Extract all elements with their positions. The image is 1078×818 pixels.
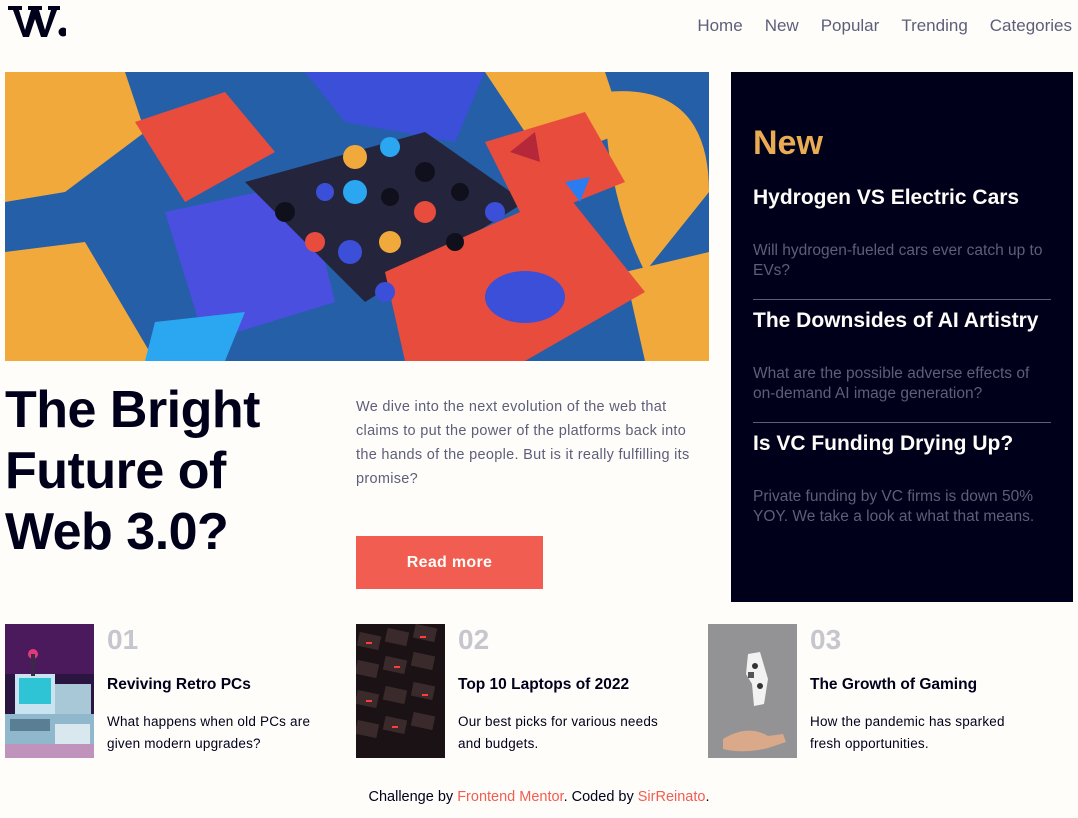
article-card[interactable]: 03 The Growth of Gaming How the pandemic… — [708, 624, 1048, 758]
hero-image — [5, 72, 709, 361]
nav-popular[interactable]: Popular — [821, 16, 880, 36]
article-card[interactable]: 01 Reviving Retro PCs What happens when … — [5, 624, 345, 758]
new-item-excerpt: Private funding by VC firms is down 50% … — [753, 488, 1035, 525]
gaming-thumbnail[interactable] — [708, 624, 797, 758]
hero-headline: The Bright Future of Web 3.0? — [5, 381, 260, 561]
frontend-mentor-link[interactable]: Frontend Mentor — [457, 789, 563, 805]
hero-description: We dive into the next evolution of the w… — [356, 399, 690, 487]
author-link[interactable]: SirReinato — [638, 789, 706, 805]
main-nav: Home New Popular Trending Categories — [697, 16, 1072, 36]
laptops-thumbnail[interactable] — [356, 624, 445, 758]
new-item[interactable]: The Downsides of AI Artistry What are th… — [753, 300, 1051, 423]
new-item-title[interactable]: Is VC Funding Drying Up? — [753, 431, 1051, 457]
nav-home[interactable]: Home — [697, 16, 742, 36]
new-item-excerpt: What are the possible adverse effects of… — [753, 365, 1030, 402]
article-title[interactable]: Reviving Retro PCs — [107, 675, 312, 695]
new-articles-panel: New Hydrogen VS Electric Cars Will hydro… — [731, 72, 1073, 602]
footer-middle: . Coded by — [563, 789, 634, 805]
article-excerpt: How the pandemic has sparked fresh oppor… — [810, 714, 1005, 751]
article-excerpt: Our best picks for various needs and bud… — [458, 714, 658, 751]
nav-categories[interactable]: Categories — [990, 16, 1072, 36]
retro-pcs-thumbnail[interactable] — [5, 624, 94, 758]
brand-logo[interactable] — [6, 0, 68, 44]
new-item-title[interactable]: The Downsides of AI Artistry — [753, 308, 1051, 334]
article-card[interactable]: 02 Top 10 Laptops of 2022 Our best picks… — [356, 624, 696, 758]
article-number: 02 — [458, 624, 490, 655]
read-more-button[interactable]: Read more — [356, 536, 543, 589]
logo-w-icon — [8, 6, 68, 37]
footer-prefix: Challenge by — [368, 789, 454, 805]
attribution-footer: Challenge by Frontend Mentor. Coded by S… — [0, 789, 1078, 805]
new-item-title[interactable]: Hydrogen VS Electric Cars — [753, 185, 1051, 211]
new-panel-title: New — [753, 124, 823, 162]
new-item[interactable]: Is VC Funding Drying Up? Private funding… — [753, 423, 1051, 545]
new-item-excerpt: Will hydrogen-fueled cars ever catch up … — [753, 242, 1043, 279]
article-excerpt: What happens when old PCs are given mode… — [107, 714, 311, 751]
article-cards: 01 Reviving Retro PCs What happens when … — [5, 624, 1073, 758]
article-number: 03 — [810, 624, 842, 655]
new-item[interactable]: Hydrogen VS Electric Cars Will hydrogen-… — [753, 177, 1051, 300]
article-title[interactable]: Top 10 Laptops of 2022 — [458, 675, 663, 695]
article-number: 01 — [107, 624, 139, 655]
footer-suffix: . — [705, 789, 710, 805]
nav-trending[interactable]: Trending — [901, 16, 967, 36]
nav-new[interactable]: New — [765, 16, 799, 36]
article-title[interactable]: The Growth of Gaming — [810, 675, 1015, 695]
